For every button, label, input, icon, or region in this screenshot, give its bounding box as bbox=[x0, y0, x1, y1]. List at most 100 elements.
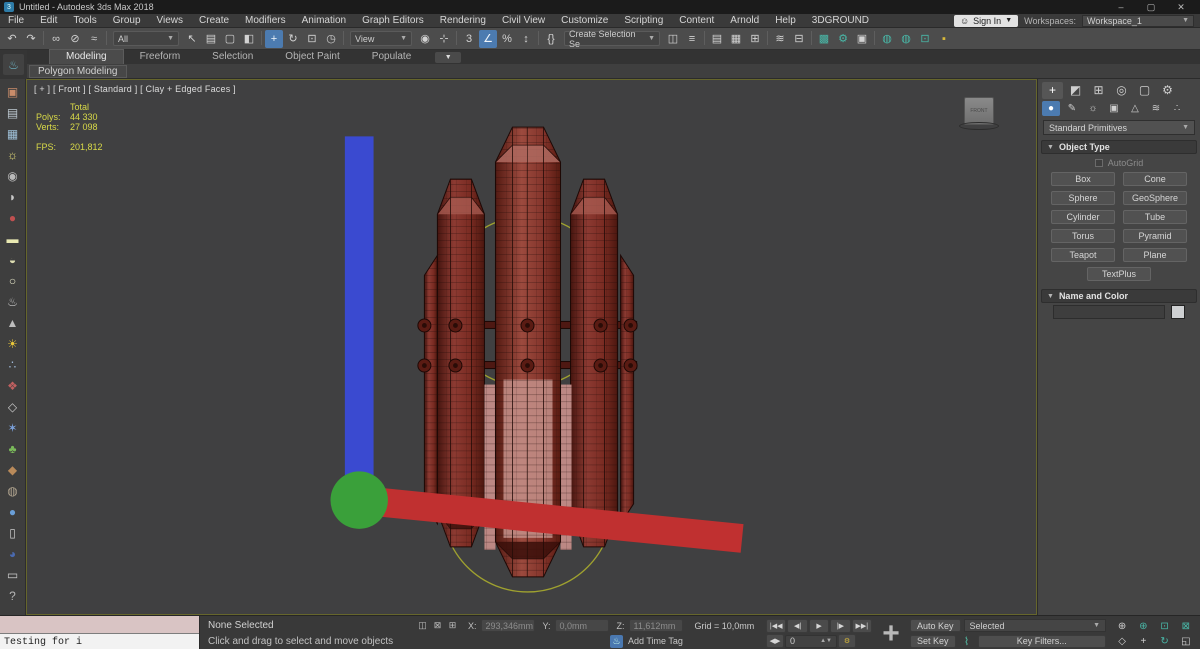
edit-named-selection-sets-icon[interactable]: {} bbox=[542, 30, 560, 48]
select-and-place-icon[interactable]: ◷ bbox=[322, 30, 340, 48]
z-coordinate-field[interactable]: 11,612mm bbox=[629, 619, 683, 632]
ribbon-tab[interactable]: Modeling bbox=[49, 49, 124, 64]
menu-item[interactable]: Tools bbox=[65, 14, 104, 28]
bind-to-space-warp-icon[interactable]: ≈ bbox=[85, 30, 103, 48]
camera-light-icon[interactable]: ◉ bbox=[2, 165, 24, 186]
foliage-icon[interactable]: ♣ bbox=[2, 438, 24, 459]
omni-light-icon[interactable]: ☀ bbox=[2, 333, 24, 354]
ribbon-tab[interactable]: Selection bbox=[196, 50, 269, 64]
go-to-end-button[interactable]: ▶▶| bbox=[852, 619, 872, 633]
tab-modify[interactable]: ◩ bbox=[1065, 82, 1086, 99]
tab-motion[interactable]: ◎ bbox=[1111, 82, 1132, 99]
menu-item[interactable]: Views bbox=[149, 14, 192, 28]
gizmo-apparatus-icon[interactable]: ◇ bbox=[2, 396, 24, 417]
selection-filter-dropdown[interactable]: All▼ bbox=[113, 31, 179, 46]
maximize-button[interactable]: ▢ bbox=[1136, 0, 1166, 14]
object-color-swatch[interactable] bbox=[1171, 305, 1185, 319]
cat-helpers[interactable]: △ bbox=[1126, 101, 1144, 116]
bird-icon[interactable]: ◆ bbox=[2, 459, 24, 480]
render-iterative-icon[interactable]: ◍ bbox=[897, 30, 915, 48]
select-and-rotate-icon[interactable]: ↻ bbox=[284, 30, 302, 48]
cat-geometry[interactable]: ● bbox=[1042, 101, 1060, 116]
layer-list-icon[interactable]: ▦ bbox=[2, 123, 24, 144]
close-button[interactable]: ✕ bbox=[1166, 0, 1196, 14]
angle-snap-toggle-icon[interactable]: ∠ bbox=[479, 30, 497, 48]
zoom-icon[interactable]: ⊕ bbox=[1112, 619, 1132, 633]
rectangular-selection-region-icon[interactable]: ▢ bbox=[221, 30, 239, 48]
rock-icon[interactable]: ◍ bbox=[2, 480, 24, 501]
menu-item[interactable]: File bbox=[0, 14, 32, 28]
macro-recorder-field[interactable] bbox=[0, 616, 199, 634]
use-pivot-point-center-icon[interactable]: ◉ bbox=[416, 30, 434, 48]
dialog-icon[interactable]: ▣ bbox=[2, 81, 24, 102]
reference-coordinate-dropdown[interactable]: View▼ bbox=[350, 31, 412, 46]
curve-editor-icon[interactable]: ≋ bbox=[771, 30, 789, 48]
previous-frame-button[interactable]: ◀| bbox=[787, 619, 807, 633]
teapot-primitive-icon[interactable]: ♨ bbox=[2, 291, 24, 312]
go-to-start-button[interactable]: |◀◀ bbox=[766, 619, 786, 633]
mirror-icon[interactable]: ◫ bbox=[664, 30, 682, 48]
object-type-button[interactable]: Cylinder bbox=[1051, 210, 1115, 224]
render-in-cloud-icon[interactable]: ⊡ bbox=[916, 30, 934, 48]
listener-field[interactable]: Testing for i bbox=[0, 634, 199, 649]
tab-display[interactable]: ▢ bbox=[1134, 82, 1155, 99]
sign-in-button[interactable]: ☺ Sign In ▼ bbox=[954, 15, 1018, 27]
object-type-button[interactable]: Box bbox=[1051, 172, 1115, 186]
orbit-icon[interactable]: ↻ bbox=[1155, 634, 1175, 648]
menu-item[interactable]: 3DGROUND bbox=[804, 14, 877, 28]
snaps-toggle-3d-icon[interactable]: 3 bbox=[460, 30, 478, 48]
ribbon-tab[interactable]: Populate bbox=[356, 50, 427, 64]
add-time-tag[interactable]: Add Time Tag bbox=[628, 636, 683, 646]
current-frame-field[interactable]: 0 ▲▼ bbox=[785, 635, 837, 648]
select-and-move-icon[interactable]: + bbox=[265, 30, 283, 48]
set-key-button[interactable]: Set Key bbox=[910, 635, 956, 648]
selection-set-key-dropdown[interactable]: Selected▼ bbox=[964, 619, 1106, 632]
scatter-particles-icon[interactable]: ∴ bbox=[2, 354, 24, 375]
menu-item[interactable]: Arnold bbox=[722, 14, 767, 28]
zoom-all-icon[interactable]: ⊕ bbox=[1133, 619, 1153, 633]
schematic-view-icon[interactable]: ⊟ bbox=[790, 30, 808, 48]
document-icon[interactable]: ▭ bbox=[2, 564, 24, 585]
clipboard-icon[interactable]: ▯ bbox=[2, 522, 24, 543]
object-type-button[interactable]: Plane bbox=[1123, 248, 1187, 262]
ribbon-tab[interactable]: Object Paint bbox=[269, 50, 355, 64]
menu-item[interactable]: Scripting bbox=[616, 14, 671, 28]
tab-create[interactable]: + bbox=[1042, 82, 1063, 99]
menu-item[interactable]: Animation bbox=[294, 14, 354, 28]
select-by-name-icon[interactable]: ▤ bbox=[202, 30, 220, 48]
object-type-button[interactable]: GeoSphere bbox=[1123, 191, 1187, 205]
dome-primitive-icon[interactable]: ◒ bbox=[2, 249, 24, 270]
scene-list-icon[interactable]: ▤ bbox=[2, 102, 24, 123]
ribbon-config-dropdown[interactable]: ▼ bbox=[435, 52, 461, 63]
select-and-link-icon[interactable]: ∞ bbox=[47, 30, 65, 48]
colored-spheres-icon[interactable]: ● bbox=[2, 207, 24, 228]
spinner-snap-toggle-icon[interactable]: ↕ bbox=[517, 30, 535, 48]
toggle-layer-explorer-icon[interactable]: ▦ bbox=[727, 30, 745, 48]
menu-item[interactable]: Rendering bbox=[432, 14, 494, 28]
maxscript-mini-listener[interactable]: Testing for i bbox=[0, 616, 200, 649]
minimize-button[interactable]: – bbox=[1106, 0, 1136, 14]
cat-space-warps[interactable]: ≋ bbox=[1147, 101, 1165, 116]
ribbon-tab[interactable]: Freeform bbox=[124, 50, 197, 64]
redo-icon[interactable]: ↷ bbox=[22, 30, 40, 48]
field-of-view-icon[interactable]: ◇ bbox=[1112, 634, 1132, 648]
object-type-button[interactable]: Sphere bbox=[1051, 191, 1115, 205]
unlink-selection-icon[interactable]: ⊘ bbox=[66, 30, 84, 48]
menu-item[interactable]: Group bbox=[105, 14, 149, 28]
cat-lights[interactable]: ☼ bbox=[1084, 101, 1102, 116]
blue-sphere-icon[interactable]: ● bbox=[2, 501, 24, 522]
ribbon-teapot-icon[interactable]: ♨ bbox=[3, 54, 24, 75]
align-icon[interactable]: ≡ bbox=[683, 30, 701, 48]
play-button[interactable]: ▶ bbox=[809, 619, 829, 633]
maximize-viewport-icon[interactable]: ◱ bbox=[1176, 634, 1196, 648]
viewport-front[interactable]: [ + ] [ Front ] [ Standard ] [ Clay + Ed… bbox=[26, 79, 1037, 615]
isolate-selection-icon[interactable]: ◫ bbox=[415, 619, 430, 632]
object-type-button[interactable]: Torus bbox=[1051, 229, 1115, 243]
autogrid-checkbox[interactable] bbox=[1095, 159, 1103, 167]
object-type-button[interactable]: Pyramid bbox=[1123, 229, 1187, 243]
y-coordinate-field[interactable]: 0,0mm bbox=[555, 619, 609, 632]
render-production-icon[interactable]: ◍ bbox=[878, 30, 896, 48]
object-name-input[interactable] bbox=[1053, 305, 1165, 319]
name-and-color-rollout-header[interactable]: ▼ Name and Color bbox=[1041, 289, 1197, 303]
sphere-primitive-icon[interactable]: ○ bbox=[2, 270, 24, 291]
